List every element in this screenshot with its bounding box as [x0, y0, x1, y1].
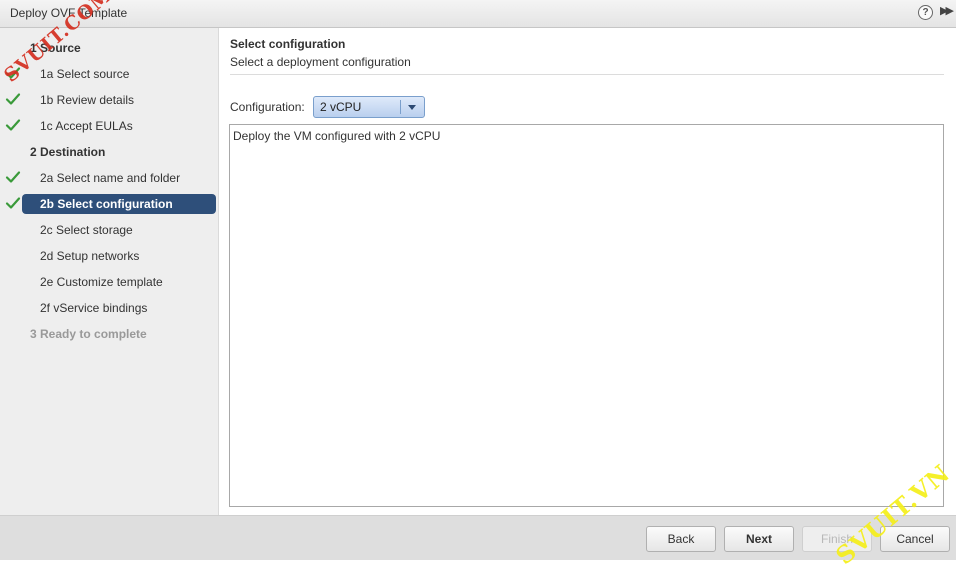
header-divider	[230, 74, 944, 75]
popout-icon[interactable]: ▶▶	[940, 4, 954, 17]
wizard-step-label: 1c Accept EULAs	[40, 119, 133, 133]
wizard-step-label: 2 Destination	[30, 145, 106, 159]
back-button[interactable]: Back	[646, 526, 716, 552]
wizard-step-label: 2f vService bindings	[40, 301, 148, 315]
wizard-step-label: 3 Ready to complete	[30, 327, 147, 341]
wizard-step-label: 2c Select storage	[40, 223, 133, 237]
wizard-step: 3 Ready to complete	[0, 324, 219, 344]
window-title-bar: Deploy OVF Template ? ▶▶	[0, 0, 956, 28]
wizard-step-list: 1 Source 1a Select source 1b Review deta…	[0, 28, 219, 515]
help-icon[interactable]: ?	[918, 5, 933, 20]
checkmark-icon	[5, 197, 21, 209]
wizard-step-label: 2a Select name and folder	[40, 171, 181, 185]
page-title: Select configuration	[230, 37, 346, 51]
checkmark-icon	[5, 119, 21, 131]
main-panel: Select configuration Select a deployment…	[219, 28, 956, 515]
wizard-step[interactable]: 2e Customize template	[0, 272, 219, 292]
wizard-step-label: 1b Review details	[40, 93, 135, 107]
wizard-step[interactable]: 1c Accept EULAs	[0, 116, 219, 136]
wizard-step-label: 2d Setup networks	[40, 249, 140, 263]
configuration-select-value: 2 vCPU	[320, 100, 362, 114]
next-button[interactable]: Next	[724, 526, 794, 552]
chevron-down-icon[interactable]	[408, 105, 416, 110]
wizard-step[interactable]: 2f vService bindings	[0, 298, 219, 318]
wizard-step-label: 2b Select configuration	[40, 197, 173, 211]
configuration-label: Configuration:	[230, 100, 305, 114]
wizard-footer: Back Next Finish Cancel	[0, 515, 956, 560]
checkmark-icon	[5, 93, 21, 105]
configuration-description-box: Deploy the VM configured with 2 vCPU	[229, 124, 944, 507]
wizard-step[interactable]: 2b Select configuration	[0, 194, 219, 214]
configuration-description: Deploy the VM configured with 2 vCPU	[233, 129, 441, 143]
page-subtitle: Select a deployment configuration	[230, 55, 411, 69]
configuration-select[interactable]: 2 vCPU	[313, 96, 425, 118]
wizard-step-label: 1a Select source	[40, 67, 130, 81]
wizard-step[interactable]: 2a Select name and folder	[0, 168, 219, 188]
wizard-step-label: 2e Customize template	[40, 275, 163, 289]
select-divider	[400, 100, 401, 114]
wizard-step[interactable]: 2c Select storage	[0, 220, 219, 240]
wizard-step[interactable]: 2 Destination	[0, 142, 219, 162]
checkmark-icon	[5, 171, 21, 183]
wizard-step[interactable]: 1b Review details	[0, 90, 219, 110]
wizard-step[interactable]: 2d Setup networks	[0, 246, 219, 266]
